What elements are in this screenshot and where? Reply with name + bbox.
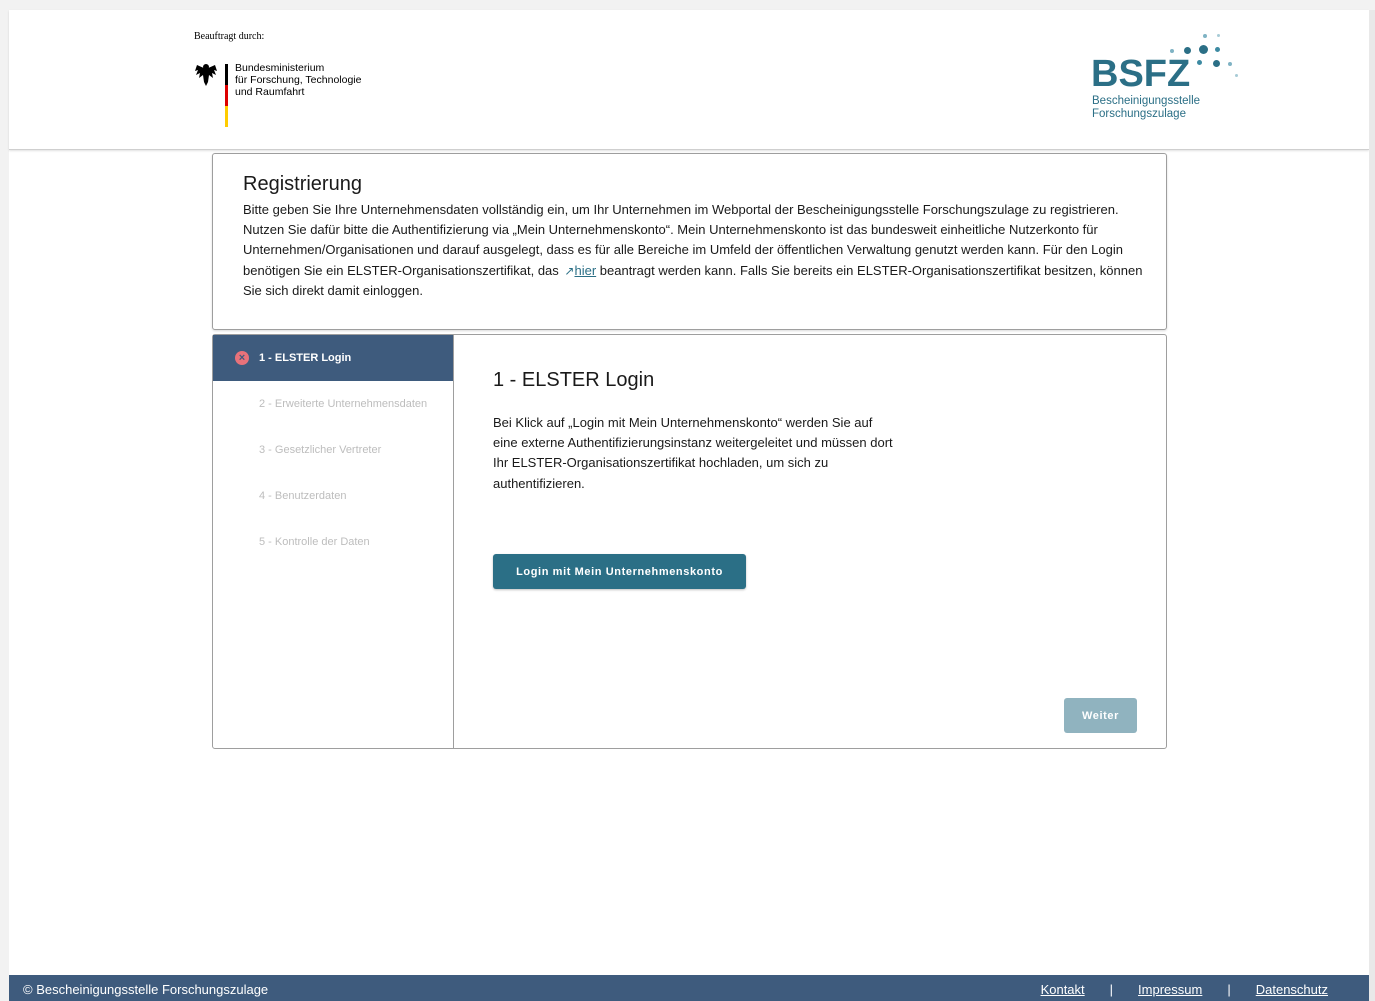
step-content: 1 - ELSTER Login Bei Klick auf „Login mi… <box>454 335 1166 748</box>
footer-separator: | <box>1109 982 1114 997</box>
next-button[interactable]: Weiter <box>1064 698 1137 733</box>
federal-eagle-icon <box>195 64 217 86</box>
intro-text: Bitte geben Sie Ihre Unternehmensdaten v… <box>243 202 1143 298</box>
flag-bar <box>225 64 228 127</box>
login-button[interactable]: Login mit Mein Unternehmenskonto <box>493 554 746 589</box>
step-data-review: 5 - Kontrolle der Daten <box>259 536 370 548</box>
registration-wizard: × 1 - ELSTER Login 2 - Erweiterte Untern… <box>212 334 1167 749</box>
step-user-data: 4 - Benutzerdaten <box>259 490 347 502</box>
footer-link-datenschutz[interactable]: Datenschutz <box>1256 982 1328 997</box>
hier-link[interactable]: hier <box>574 263 596 278</box>
site-header: Beauftragt durch: Bundesministerium für … <box>9 10 1369 150</box>
footer-link-kontakt[interactable]: Kontakt <box>1041 982 1085 997</box>
error-circle-icon: × <box>235 351 249 365</box>
ministry-name: Bundesministerium für Forschung, Technol… <box>235 62 362 98</box>
registration-intro-card: Registrierung Bitte geben Sie Ihre Unter… <box>212 153 1167 330</box>
footer-links: Kontakt | Impressum | Datenschutz <box>1041 982 1328 997</box>
commissioned-by-label: Beauftragt durch: <box>194 31 265 42</box>
step-elster-login[interactable]: × 1 - ELSTER Login <box>213 335 453 381</box>
bsfz-logo[interactable]: BSFZ Bescheinigungsstelle Forschungszula… <box>1091 32 1241 124</box>
copyright-text: © Bescheinigungsstelle Forschungszulage <box>23 982 269 997</box>
step-title: 1 - ELSTER Login <box>493 369 655 391</box>
page: Beauftragt durch: Bundesministerium für … <box>9 10 1369 1001</box>
page-title: Registrierung <box>243 173 362 195</box>
wizard-steps: × 1 - ELSTER Login 2 - Erweiterte Untern… <box>213 335 454 748</box>
step-legal-representative: 3 - Gesetzlicher Vertreter <box>259 444 382 456</box>
page-scrollbar[interactable] <box>1369 10 1375 1001</box>
step-description: Bei Klick auf „Login mit Mein Unternehme… <box>493 415 893 491</box>
step-extended-company-data: 2 - Erweiterte Unternehmensdaten <box>259 398 428 410</box>
bsfz-logo-word: BSFZ <box>1091 53 1191 95</box>
footer-separator: | <box>1227 982 1231 997</box>
site-footer: © Bescheinigungsstelle Forschungszulage … <box>9 975 1369 1001</box>
bsfz-logo-subtitle: Bescheinigungsstelle Forschungszulage <box>1092 95 1201 120</box>
external-link-icon: ↗ <box>564 263 575 278</box>
footer-link-impressum[interactable]: Impressum <box>1138 982 1202 997</box>
